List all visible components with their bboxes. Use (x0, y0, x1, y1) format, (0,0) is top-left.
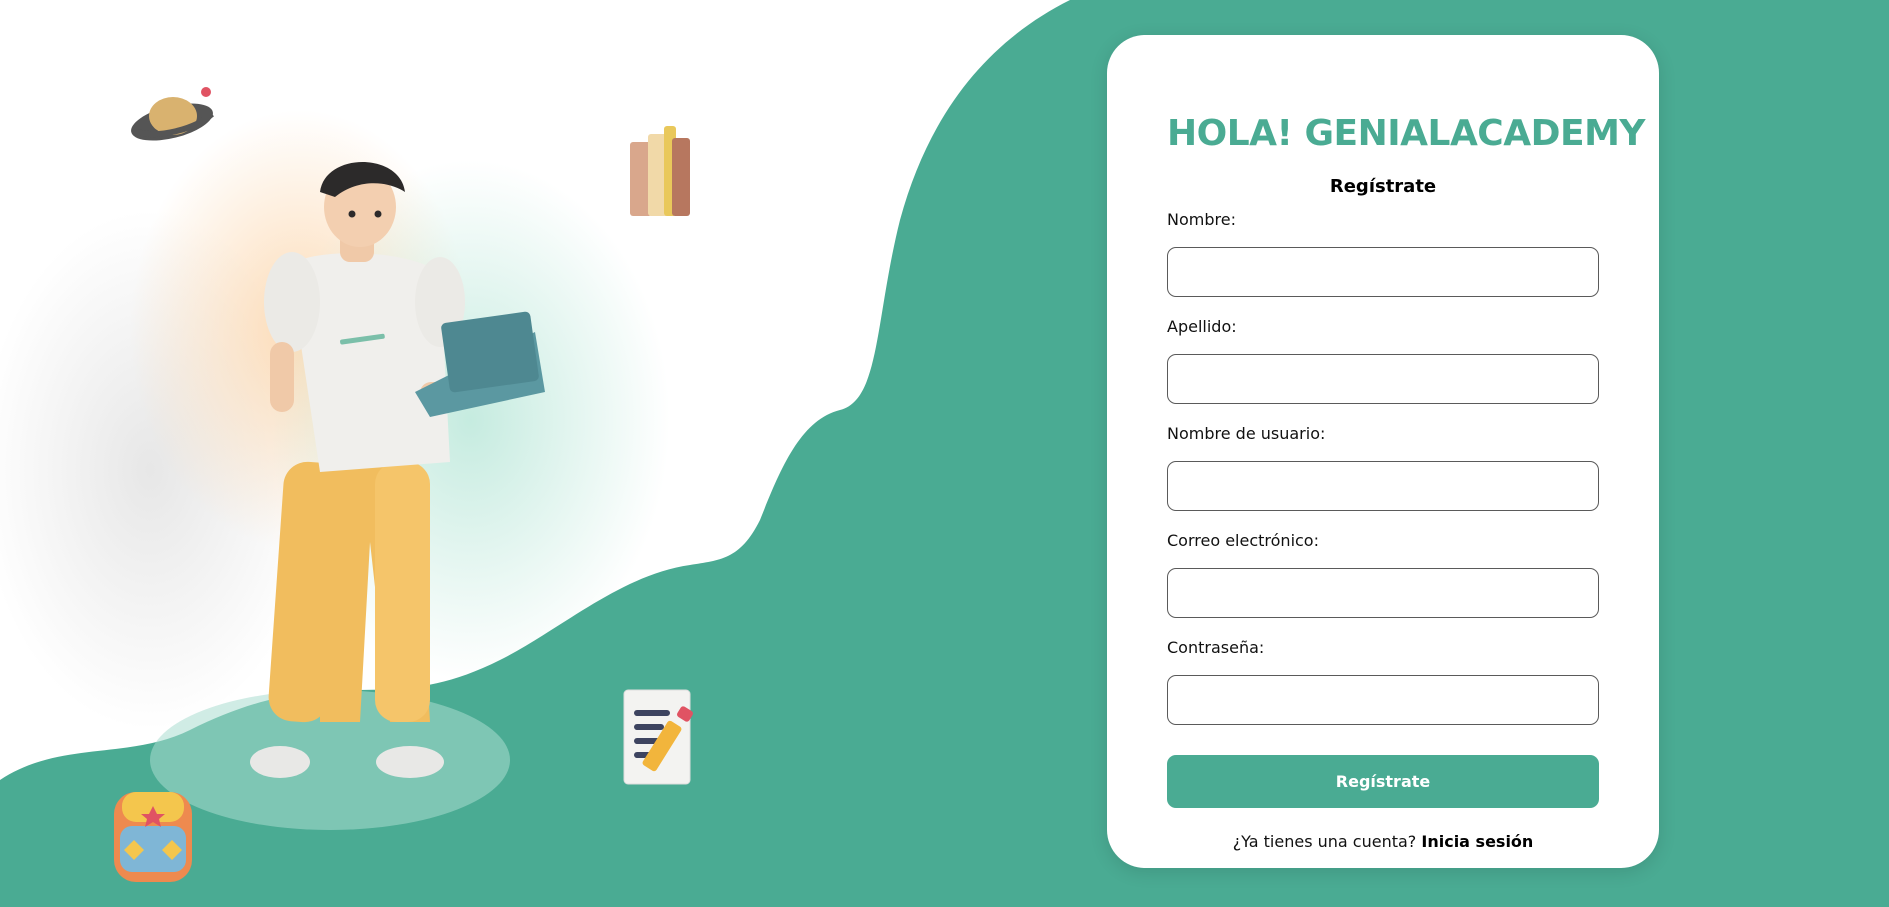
login-prompt-line: ¿Ya tienes una cuenta? Inicia sesión (1167, 830, 1599, 854)
card-title: HOLA! GENIALACADEMY (1167, 113, 1645, 154)
register-button[interactable]: Regístrate (1167, 755, 1599, 808)
username-input[interactable] (1167, 461, 1599, 511)
field-usuario: Nombre de usuario: (1167, 422, 1599, 511)
field-label-correo: Correo electrónico: (1167, 531, 1319, 550)
nombre-input[interactable] (1167, 247, 1599, 297)
books-icon (630, 126, 690, 216)
field-correo: Correo electrónico: (1167, 529, 1599, 618)
password-input[interactable] (1167, 675, 1599, 725)
register-form: Nombre: Apellido: Nombre de usuario: Cor… (1167, 208, 1599, 808)
field-label-usuario: Nombre de usuario: (1167, 424, 1326, 443)
field-label-nombre: Nombre: (1167, 210, 1236, 229)
planet-icon (131, 87, 214, 141)
email-input[interactable] (1167, 568, 1599, 618)
card-subtitle: Regístrate (1329, 176, 1437, 197)
field-label-contrasena: Contraseña: (1167, 638, 1265, 657)
apellido-input[interactable] (1167, 354, 1599, 404)
notepad-pencil-icon (623, 689, 693, 785)
field-nombre: Nombre: (1167, 208, 1599, 297)
login-prompt-text: ¿Ya tienes una cuenta? (1232, 832, 1417, 851)
register-card: HOLA! GENIALACADEMY Regístrate Nombre: A… (1107, 35, 1659, 868)
field-label-apellido: Apellido: (1167, 317, 1237, 336)
form-fields: Nombre: Apellido: Nombre de usuario: Cor… (1167, 208, 1599, 725)
field-apellido: Apellido: (1167, 315, 1599, 404)
field-contrasena: Contraseña: (1167, 636, 1599, 725)
backpack-icon (114, 792, 192, 882)
login-link[interactable]: Inicia sesión (1421, 832, 1533, 851)
student-with-tablet-illustration (250, 162, 545, 778)
